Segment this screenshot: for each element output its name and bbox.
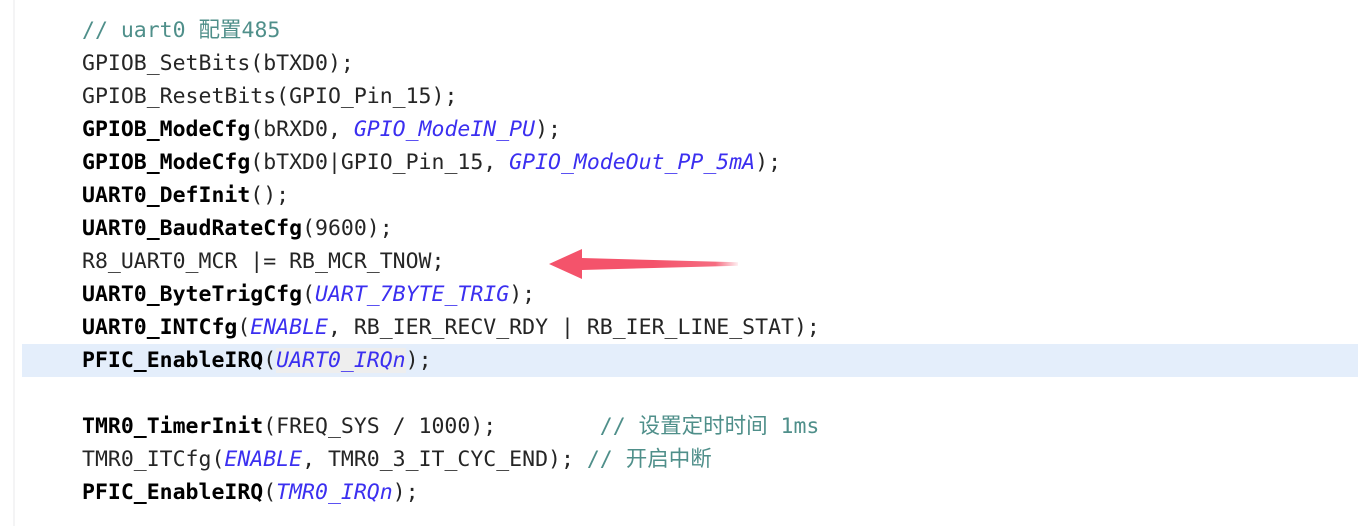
code-token-plain: (FREQ_SYS / 1000); — [263, 414, 600, 439]
code-token-plain: (bRXD0, — [250, 117, 354, 142]
code-token-plain: R8_UART0_MCR |= RB_MCR_TNOW; — [82, 249, 445, 274]
code-token-macro: ENABLE — [250, 315, 328, 340]
code-token-plain: (bTXD0); — [250, 51, 354, 76]
code-line[interactable]: UART0_INTCfg(ENABLE, RB_IER_RECV_RDY | R… — [0, 311, 1358, 344]
code-token-macro: UART0_IRQn — [276, 348, 406, 373]
code-editor-view: // uart0 配置485 GPIOB_SetBits(bTXD0); GPIOB… — [0, 0, 1358, 526]
code-line[interactable]: UART0_DefInit(); — [0, 179, 1358, 212]
code-token-plain: (); — [250, 183, 290, 208]
code-token-plain: (GPIO_Pin_15); — [276, 84, 458, 109]
code-token-plain: (bTXD0|GPIO_Pin_15, — [250, 150, 510, 175]
code-line[interactable]: // uart0 配置485 — [0, 14, 1358, 47]
code-token-plain: GPIOB_SetBits — [82, 51, 251, 76]
code-token-function: GPIOB_ModeCfg — [82, 150, 251, 175]
code-token-function: PFIC_EnableIRQ — [82, 348, 264, 373]
code-token-plain: ( — [263, 348, 277, 373]
code-line[interactable]: GPIOB_ModeCfg(bTXD0|GPIO_Pin_15, GPIO_Mo… — [0, 146, 1358, 179]
code-token-function: UART0_DefInit — [82, 183, 251, 208]
code-line-highlighted[interactable]: PFIC_EnableIRQ(UART0_IRQn); — [22, 344, 1358, 377]
code-token-comment: // 开启中断 — [586, 447, 712, 472]
code-token-function: UART0_BaudRateCfg — [82, 216, 303, 241]
code-token-function: GPIOB_ModeCfg — [82, 117, 251, 142]
code-line[interactable]: TMR0_TimerInit(FREQ_SYS / 1000); // 设置定时… — [0, 410, 1358, 443]
code-token-plain: , TMR0_3_IT_CYC_END); — [302, 447, 587, 472]
code-token-macro: GPIO_ModeOut_PP_5mA — [509, 150, 756, 175]
code-line[interactable]: TMR0_ITCfg(ENABLE, TMR0_3_IT_CYC_END); /… — [0, 443, 1358, 476]
code-token-macro: GPIO_ModeIN_PU — [353, 117, 536, 142]
code-token-plain: ( — [211, 447, 225, 472]
code-token-plain: TMR0_ITCfg — [82, 447, 212, 472]
code-token-plain: ( — [302, 282, 316, 307]
code-token-plain: (9600); — [302, 216, 393, 241]
code-token-plain: GPIOB_ResetBits — [82, 84, 277, 109]
code-line[interactable] — [0, 377, 1358, 410]
code-token-macro: ENABLE — [224, 447, 303, 472]
code-token-function: PFIC_EnableIRQ — [82, 480, 264, 505]
code-token-plain: ); — [405, 348, 432, 373]
code-token-plain: , RB_IER_RECV_RDY | RB_IER_LINE_STAT); — [327, 315, 820, 340]
code-token-comment: // uart0 配置485 — [82, 18, 281, 43]
code-token-macro: UART_7BYTE_TRIG — [315, 282, 510, 307]
code-token-comment: // 设置定时时间 1ms — [599, 414, 820, 439]
code-token-plain: ); — [755, 150, 782, 175]
code-token-plain: ); — [392, 480, 419, 505]
code-line[interactable]: GPIOB_ModeCfg(bRXD0, GPIO_ModeIN_PU); — [0, 113, 1358, 146]
code-token-macro: TMR0_IRQn — [276, 480, 393, 505]
code-line[interactable]: PFIC_EnableIRQ(TMR0_IRQn); — [0, 476, 1358, 509]
code-token-plain: ); — [509, 282, 536, 307]
code-token-plain: ( — [237, 315, 251, 340]
code-line[interactable]: UART0_BaudRateCfg(9600); — [0, 212, 1358, 245]
code-token-function: UART0_ByteTrigCfg — [82, 282, 303, 307]
code-token-function: TMR0_TimerInit — [82, 414, 264, 439]
code-line[interactable]: UART0_ByteTrigCfg(UART_7BYTE_TRIG); — [0, 278, 1358, 311]
code-token-plain: ); — [535, 117, 561, 142]
code-line[interactable]: GPIOB_SetBits(bTXD0); — [0, 47, 1358, 80]
code-token-plain: ( — [263, 480, 277, 505]
code-token-function: UART0_INTCfg — [82, 315, 238, 340]
code-line[interactable]: R8_UART0_MCR |= RB_MCR_TNOW; — [0, 245, 1358, 278]
code-line[interactable]: GPIOB_ResetBits(GPIO_Pin_15); — [0, 80, 1358, 113]
code-listing[interactable]: // uart0 配置485 GPIOB_SetBits(bTXD0); GPIOB… — [0, 14, 1358, 509]
